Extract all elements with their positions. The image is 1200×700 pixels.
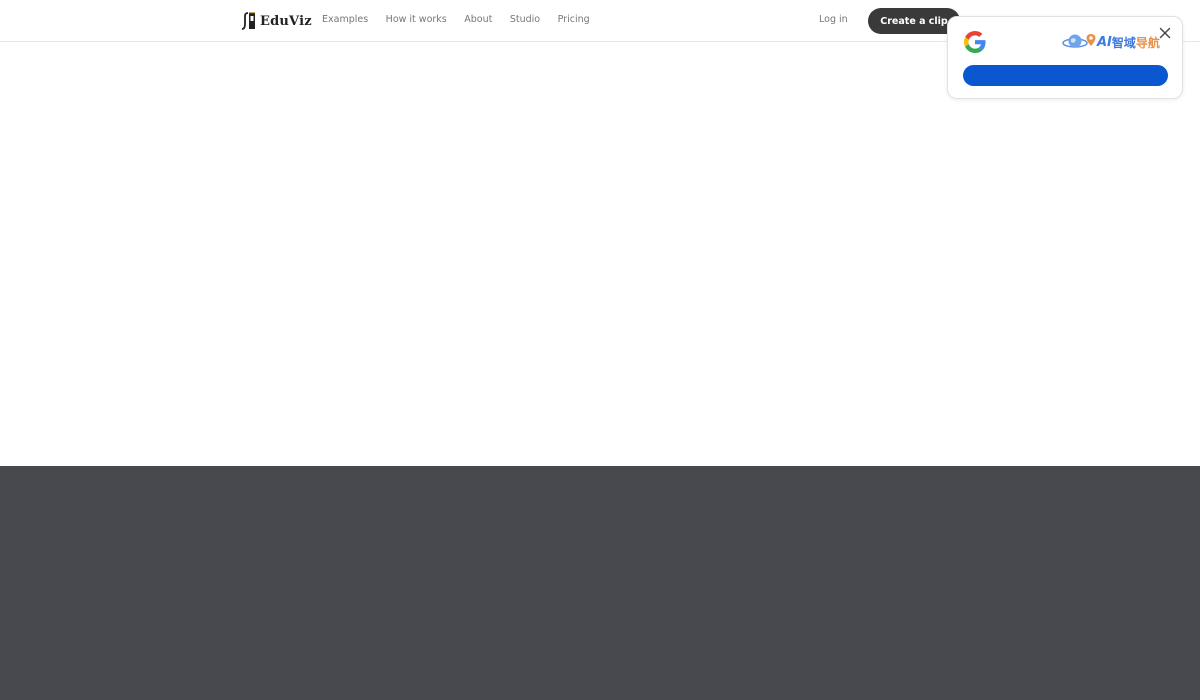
ai-nav-brand-logo: AI 智域 导航 xyxy=(1062,31,1160,53)
main-nav: Examples How it works About Studio Prici… xyxy=(322,14,607,25)
globe-location-icon xyxy=(1062,34,1096,48)
nav-about[interactable]: About xyxy=(464,14,492,25)
google-sign-in-popup: AI 智域 导航 xyxy=(947,16,1183,99)
google-g-icon xyxy=(964,31,986,53)
google-continue-button[interactable] xyxy=(963,65,1168,86)
eduviz-logo[interactable]: EduViz xyxy=(240,11,312,31)
nav-how-it-works[interactable]: How it works xyxy=(386,14,447,25)
close-icon[interactable] xyxy=(1158,26,1172,40)
brand-name: EduViz xyxy=(260,13,312,29)
eduviz-logo-icon xyxy=(241,12,255,30)
dark-footer-band xyxy=(0,466,1200,700)
brand-cn-text-2: 导航 xyxy=(1135,35,1160,50)
nav-examples[interactable]: Examples xyxy=(322,14,368,25)
nav-studio[interactable]: Studio xyxy=(510,14,540,25)
brand-ai-text: AI xyxy=(1097,34,1112,50)
nav-pricing[interactable]: Pricing xyxy=(558,14,590,25)
login-link[interactable]: Log in xyxy=(819,14,848,25)
brand-cn-text-1: 智域 xyxy=(1111,35,1136,50)
